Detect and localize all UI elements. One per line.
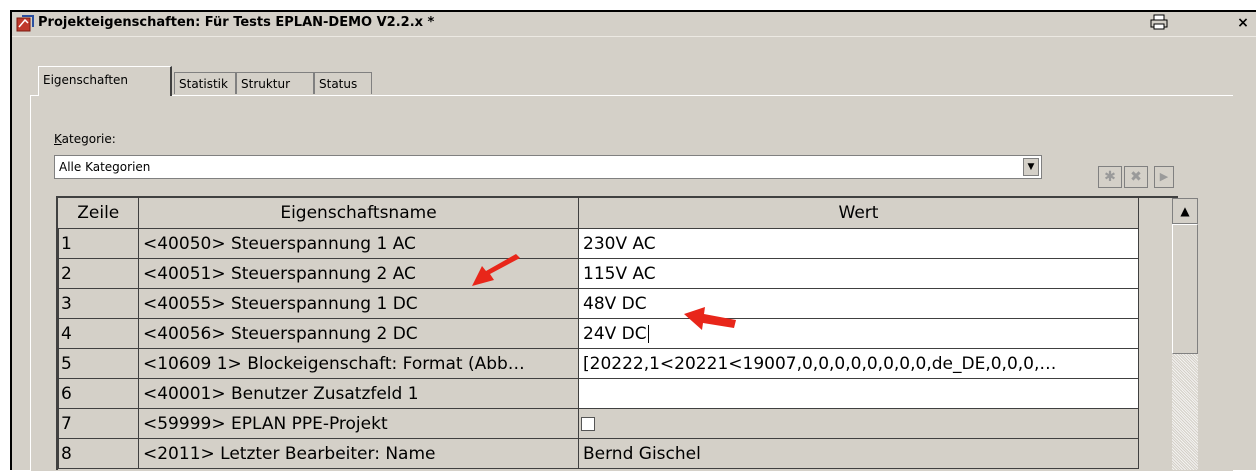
row-number: 7 (58, 408, 139, 439)
table-row[interactable]: 3 <40055> Steuerspannung 1 DC 48V DC (58, 288, 1139, 319)
table-row[interactable]: 4 <40056> Steuerspannung 2 DC 24V DC (58, 318, 1139, 349)
property-value[interactable]: [20222,1<20221<19007,0,0,0,0,0,0,0,0,de_… (578, 348, 1139, 379)
new-property-button[interactable]: ✱ (1098, 166, 1122, 188)
property-value[interactable]: 48V DC (578, 288, 1139, 319)
row-number: 6 (58, 378, 139, 409)
printer-icon[interactable] (1148, 14, 1170, 33)
table-row[interactable]: 6 <40001> Benutzer Zusatzfeld 1 (58, 378, 1139, 409)
row-number: 3 (58, 288, 139, 319)
kategorie-label: Kategorie: (54, 132, 116, 146)
property-name: <10609 1> Blockeigenschaft: Format (Abb… (138, 348, 579, 379)
properties-table: Zeile Eigenschaftsname Wert 1 <40050> St… (58, 198, 1139, 469)
tab-statistik[interactable]: Statistik (174, 72, 236, 94)
chevron-down-icon[interactable]: ▼ (1023, 158, 1039, 176)
asterisk-icon: ✱ (1104, 169, 1116, 185)
row-number: 5 (58, 348, 139, 379)
tab-struktur[interactable]: Struktur (236, 72, 314, 94)
kategorie-selected-value: Alle Kategorien (59, 160, 151, 174)
property-value[interactable]: 115V AC (578, 258, 1139, 289)
delete-property-button[interactable]: ✖ (1124, 166, 1148, 188)
property-name: <2011> Letzter Bearbeiter: Name (138, 438, 579, 469)
column-header-eigenschaftsname[interactable]: Eigenschaftsname (138, 198, 579, 229)
row-number: 8 (58, 438, 139, 469)
next-button[interactable]: ▶ (1154, 166, 1174, 188)
property-name: <40055> Steuerspannung 1 DC (138, 288, 579, 319)
delete-icon: ✖ (1130, 169, 1142, 185)
property-name: <40056> Steuerspannung 2 DC (138, 318, 579, 349)
scroll-up-icon[interactable]: ▲ (1172, 198, 1198, 224)
tab-status[interactable]: Status (314, 72, 372, 94)
kategorie-select[interactable]: Alle Kategorien ▼ (54, 155, 1042, 179)
property-value-checkbox-cell (578, 408, 1139, 439)
title-bar[interactable]: Projekteigenschaften: Für Tests EPLAN-DE… (12, 12, 1256, 37)
property-name: <59999> EPLAN PPE-Projekt (138, 408, 579, 439)
row-number: 4 (58, 318, 139, 349)
red-arrow-icon (472, 254, 520, 286)
text-caret (647, 324, 649, 343)
property-name: <40001> Benutzer Zusatzfeld 1 (138, 378, 579, 409)
ppe-project-checkbox[interactable] (581, 416, 595, 431)
column-header-wert[interactable]: Wert (578, 198, 1139, 229)
properties-grid: Zeile Eigenschaftsname Wert 1 <40050> St… (56, 196, 1178, 470)
property-value[interactable] (578, 378, 1139, 409)
table-row[interactable]: 1 <40050> Steuerspannung 1 AC 230V AC (58, 228, 1139, 259)
property-value[interactable]: Bernd Gischel (578, 438, 1139, 469)
row-number: 1 (58, 228, 139, 259)
table-row[interactable]: 5 <10609 1> Blockeigenschaft: Format (Ab… (58, 348, 1139, 379)
eplan-app-icon (16, 15, 34, 32)
table-row[interactable]: 8 <2011> Letzter Bearbeiter: Name Bernd … (58, 438, 1139, 469)
red-arrow-icon (684, 307, 736, 330)
window-title: Projekteigenschaften: Für Tests EPLAN-DE… (38, 15, 435, 30)
column-header-zeile[interactable]: Zeile (58, 198, 139, 229)
play-icon: ▶ (1159, 170, 1169, 183)
row-number: 2 (58, 258, 139, 289)
table-row[interactable]: 2 <40051> Steuerspannung 2 AC 115V AC (58, 258, 1139, 289)
scroll-thumb[interactable] (1172, 224, 1198, 354)
table-row[interactable]: 7 <59999> EPLAN PPE-Projekt (58, 408, 1139, 439)
vertical-scrollbar[interactable]: ▲ (1172, 198, 1198, 470)
table-header-row: Zeile Eigenschaftsname Wert (58, 198, 1139, 229)
property-value-editing[interactable]: 24V DC (578, 318, 1139, 349)
property-value[interactable]: 230V AC (578, 228, 1139, 259)
tab-eigenschaften[interactable]: Eigenschaften (38, 66, 172, 96)
close-button[interactable]: × (1232, 14, 1254, 33)
